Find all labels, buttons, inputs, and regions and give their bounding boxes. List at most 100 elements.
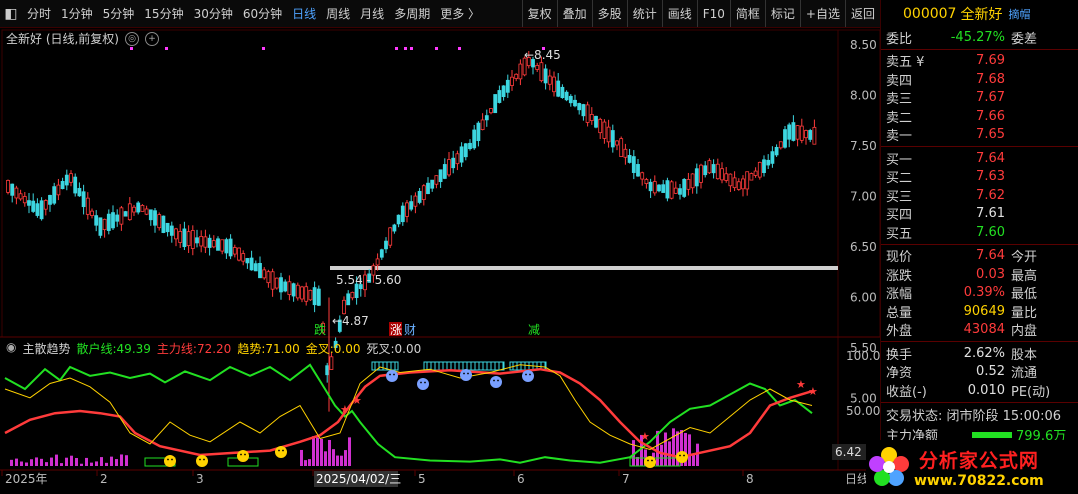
candle-body [329,356,334,370]
candle-body [447,159,451,176]
candle-body [799,125,804,141]
ask-value: 7.67 [976,90,1005,106]
face-eye [679,454,681,457]
candle-body [463,143,468,158]
candle-body [85,197,90,215]
candle-body [81,191,86,208]
candle-body [430,179,435,189]
candle-body [178,230,183,243]
candle-body [610,130,615,148]
indicator-bar [95,461,98,466]
quote-row: 总量 90649 量比 [881,302,1078,321]
candle-body [795,125,800,140]
chart-canvas[interactable]: 8.508.007.507.006.506.005.505.00←8.455.5… [0,0,880,494]
candle-body [384,240,388,250]
candle-body [274,277,279,289]
candle-body [547,75,552,85]
candle-body [421,185,426,200]
candle-body [375,258,380,266]
price-tick-label: 7.00 [850,190,877,204]
indicator-value: 49.39 [116,342,151,356]
event-dot [542,47,545,50]
candle-body [304,286,309,302]
candle-body [195,237,199,244]
bid-row: 买三 7.62 [881,186,1078,205]
candle-body [438,169,443,182]
candle-body [199,235,204,247]
quote-row: 涨跌 0.03 最高 [881,265,1078,284]
candle-body [480,119,485,131]
happy-face-icon [644,456,656,468]
indicator-name[interactable]: 主散趋势 [22,340,70,357]
candle-body [258,262,262,279]
candle-body [505,79,510,93]
candle-body [753,170,758,176]
candle-body [560,86,565,99]
indicator-bar [50,457,53,466]
face-eye [493,379,495,382]
candle-body [182,228,187,248]
indicator-collapse-icon[interactable]: ◉ [6,340,16,357]
quote-label2: 今开 [1011,250,1038,266]
candle-body [741,178,745,190]
quote-value: 0.39% [963,285,1005,301]
indicator-item-4: 死叉:0.00 [366,340,421,357]
candle-body [417,190,422,203]
candle-body [757,161,762,178]
quote-label2: 量比 [1011,305,1038,321]
ask-row: 卖四 7.68 [881,70,1078,89]
indicator-bar [664,432,667,466]
bid-row: 买二 7.63 [881,168,1078,186]
indicator-bar [40,458,43,466]
candle-body [724,173,729,181]
candle-body [707,160,712,174]
face-eye [529,373,531,376]
high-annotation: ←8.45 [524,48,561,62]
indicator-bar [35,457,38,466]
candle-body [115,214,120,222]
candle-body [577,103,582,111]
candle-body [451,157,456,169]
fold-button[interactable]: 摘帽 [1008,6,1030,22]
flower-logo-icon [869,447,909,486]
indicator-bar [672,428,675,466]
face-eye [463,372,465,375]
face-eye [244,453,246,456]
candle-body [77,188,82,197]
candle-body [203,236,208,248]
candle-body [18,193,23,200]
candle-body [6,180,10,193]
event-dot [435,47,438,50]
stat-value: 0.52 [976,364,1005,380]
candle-body [619,138,624,157]
candle-body [602,121,607,139]
candle-body [409,201,414,210]
bid-row: 买四 7.61 [881,205,1078,223]
stat-label: 净资 [886,366,913,382]
watermark-logo: 分析家公式网 www.70822.com [866,440,1078,494]
candle-body [123,211,128,217]
candle-body [703,165,708,176]
ask-value: 7.69 [976,53,1005,69]
candle-body [568,95,573,104]
low-annotation: ←4.87 [332,314,369,328]
bid-row: 买五 7.60 [881,223,1078,242]
happy-face-icon [196,455,208,467]
support-line [330,266,838,270]
candle-body [493,94,498,114]
stat-row: 换手 2.62% 股本 [881,344,1078,363]
candle-body [715,163,720,180]
candle-body [148,209,153,221]
info-icon[interactable]: ◎ [125,31,139,46]
indicator-bar [100,457,103,466]
candle-body [216,238,220,251]
candle-body [98,217,103,236]
indicator-bar [336,455,339,466]
plus-icon[interactable]: + [145,31,159,46]
x-axis-label: 2025年 [5,472,48,486]
candle-body [652,181,657,194]
ask-row: 卖二 7.66 [881,107,1078,126]
ask-label: 卖二 [886,110,913,126]
quote-value: 0.03 [976,266,1005,282]
event-dot [410,47,413,50]
